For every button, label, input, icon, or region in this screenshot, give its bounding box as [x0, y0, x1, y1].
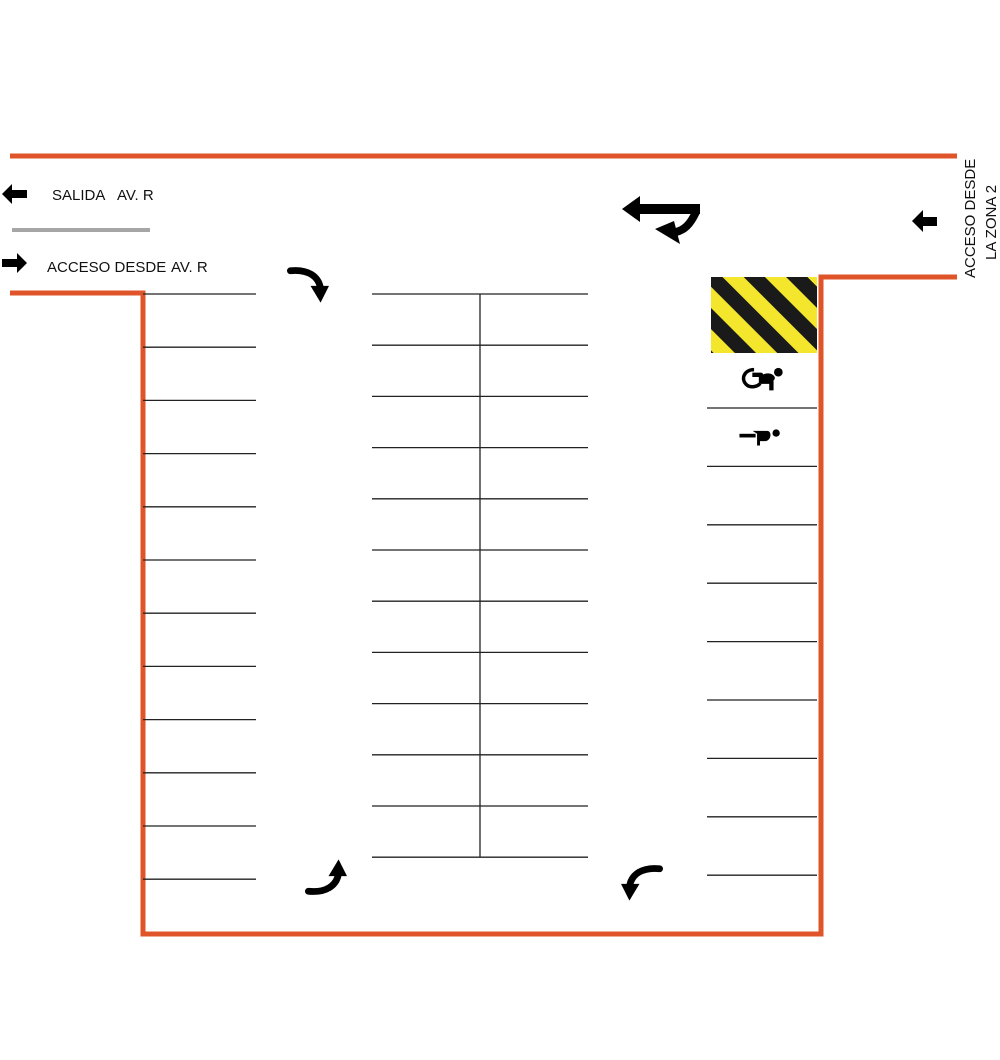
arrow-left-icon [2, 184, 27, 204]
zone-access-label-line1: ACCESO DESDE [962, 159, 979, 278]
zone-access-sign: ACCESO DESDE LA ZONA 2 [912, 159, 1000, 278]
wall-left [10, 274, 957, 937]
exit-road-label: AV. R [117, 187, 154, 204]
parking-plan-svg: SALIDA AV. R ACCESO DESDE AV. R ACCESO D… [2, 153, 1000, 937]
curved-arrow-down-left-icon [621, 868, 660, 900]
arrow-left-icon [912, 210, 937, 232]
exit-label: SALIDA [52, 187, 105, 204]
entry-road-label: AV. R [171, 259, 208, 276]
parking-stalls [143, 293, 817, 880]
curved-arrow-up-icon [308, 859, 347, 891]
arrow-right-icon [2, 253, 27, 273]
wheelchair-icon [739, 429, 780, 446]
left-and-down-turn-arrow-icon [622, 196, 700, 244]
entry-label: ACCESO DESDE [47, 259, 166, 276]
zone-access-label-line2: LA ZONA 2 [983, 185, 1000, 260]
exit-sign: SALIDA AV. R [2, 184, 154, 204]
curved-arrow-down-icon [290, 270, 329, 302]
entry-sign: ACCESO DESDE AV. R [2, 253, 208, 276]
hazard-stripes [711, 277, 817, 353]
parking-plan: SALIDA AV. R ACCESO DESDE AV. R ACCESO D… [0, 0, 1000, 1060]
wheelchair-icon [744, 368, 783, 391]
